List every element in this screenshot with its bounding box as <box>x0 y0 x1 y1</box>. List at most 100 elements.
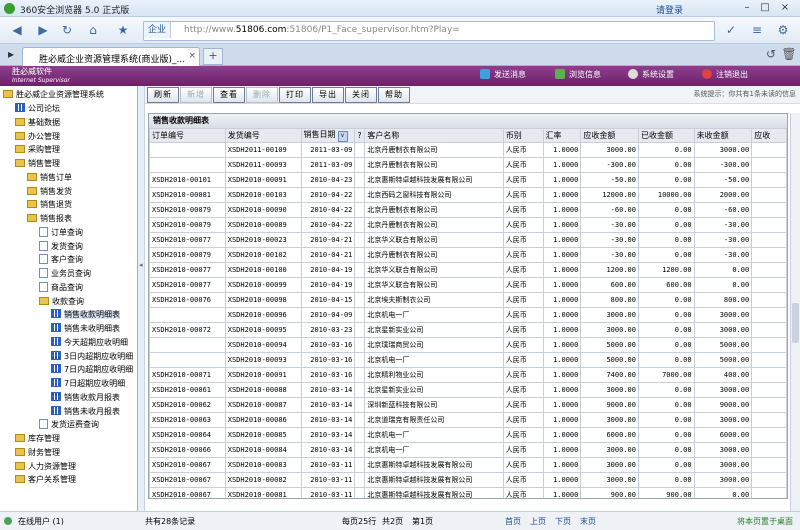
column-header[interactable]: 未收金额 <box>693 128 753 143</box>
save-to-desktop-link[interactable]: 将本页置于桌面 <box>737 516 793 527</box>
collapse-icon[interactable]: ◂ <box>139 261 143 269</box>
address-url[interactable]: http://www.51806.com:51806/P1_Face_super… <box>184 25 460 35</box>
scroll-thumb[interactable] <box>792 303 799 343</box>
table-row[interactable]: XSDH2010-00093 2010-03-16 北京机电一厂 人民币 1.0000 5… <box>149 352 787 368</box>
column-header[interactable]: 汇率 <box>542 128 582 143</box>
table-row[interactable]: XSDH2010-00071 XSDH2010-00091 2010-03-16 北京… <box>149 367 787 383</box>
table-row[interactable]: XSDH2010-00079 XSDH2010-00102 2010-04-21 北京… <box>149 247 787 263</box>
first-page-link[interactable]: 首页 <box>505 516 521 527</box>
table-row[interactable]: XSDH2010-00067 XSDH2010-00081 2010-03-11 北京… <box>149 487 787 498</box>
toolbar-button[interactable]: 刷新 <box>147 87 179 103</box>
toolbar-button[interactable]: 查看 <box>213 87 245 103</box>
settings-icon[interactable]: ⚙ <box>774 21 792 39</box>
table-row[interactable]: XSDH2010-00061 XSDH2010-00088 2010-03-14 北京… <box>149 382 787 398</box>
next-page-link[interactable]: 下页 <box>555 516 571 527</box>
table-row[interactable]: XSDH2010-00066 XSDH2010-00084 2010-03-14 北京… <box>149 442 787 458</box>
tree-item[interactable]: 销售管理 <box>15 158 60 170</box>
maximize-icon[interactable]: □ <box>758 2 772 14</box>
close-window-icon[interactable]: × <box>778 2 792 14</box>
sort-dropdown-icon[interactable]: ∨ <box>337 131 348 142</box>
table-row[interactable]: XSDH2010-00077 XSDH2010-00099 2010-04-19 北京… <box>149 277 787 293</box>
tree-item[interactable]: 销售退货 <box>27 199 72 211</box>
tree-root[interactable]: 胜必威企业资源管理系统 <box>3 89 104 101</box>
back-icon[interactable]: ◀ <box>8 21 26 39</box>
tree-item[interactable]: 销售订单 <box>27 172 72 184</box>
shield-icon[interactable]: ✓ <box>722 21 740 39</box>
favorite-star-icon[interactable]: ★ <box>114 21 132 39</box>
column-header[interactable]: 已收金额 <box>637 128 695 143</box>
tree-item[interactable]: 销售未收月报表 <box>51 405 120 418</box>
tree-item[interactable]: 商品查询 <box>39 281 83 294</box>
table-row[interactable]: XSDH2010-00063 XSDH2010-00086 2010-03-14 北京… <box>149 412 787 428</box>
tree-item[interactable]: 订单查询 <box>39 226 83 239</box>
restore-tab-icon[interactable]: ↺ <box>762 45 780 63</box>
table-row[interactable]: XSDH2010-00067 XSDH2010-00082 2010-03-11 北京… <box>149 472 787 488</box>
table-row[interactable]: XSDH2010-00094 2010-03-16 北京璞瑞商贸公司 人民币 1.000… <box>149 337 787 353</box>
table-row[interactable]: XSDH2010-00096 2010-04-09 北京机电一厂 人民币 1.0000 3… <box>149 307 787 323</box>
tree-item[interactable]: 今天超期应收明细 <box>51 336 128 349</box>
send-message-button[interactable]: 发送消息 <box>480 69 526 80</box>
column-header[interactable]: 订单编号 <box>149 128 226 143</box>
column-header[interactable]: 应收金额 <box>580 128 639 143</box>
login-link[interactable]: 请登录 <box>656 3 683 16</box>
refresh-icon[interactable]: ↻ <box>58 21 76 39</box>
vertical-scrollbar[interactable] <box>790 113 800 511</box>
table-row[interactable]: XSDH2010-00077 XSDH2010-00023 2010-04-21 北京… <box>149 232 787 248</box>
tab-close-icon[interactable]: × <box>188 51 196 61</box>
home-icon[interactable]: ⌂ <box>84 21 102 39</box>
table-row[interactable]: XSDH2010-00079 XSDH2010-00089 2010-04-22 北京… <box>149 217 787 233</box>
table-row[interactable]: XSDH2010-00101 XSDH2010-00091 2010-04-23 北京… <box>149 172 787 188</box>
logout-button[interactable]: 注销退出 <box>702 69 748 80</box>
forward-icon[interactable]: ▶ <box>34 21 52 39</box>
tree-item[interactable]: 销售报表 <box>27 213 72 225</box>
toolbar-button[interactable]: 打印 <box>279 87 311 103</box>
column-header[interactable]: 币别 <box>502 128 544 143</box>
column-header[interactable]: ? <box>354 128 366 143</box>
table-row[interactable]: XSDH2010-00064 XSDH2010-00085 2010-03-14 北京… <box>149 427 787 443</box>
column-header[interactable]: 销售日期 ∨ <box>300 128 356 143</box>
table-row[interactable]: XSDH2010-00067 XSDH2010-00083 2010-03-11 北京… <box>149 457 787 473</box>
table-row[interactable]: XSDH2010-00077 XSDH2010-00100 2010-04-19 北京… <box>149 262 787 278</box>
minimize-icon[interactable]: – <box>740 2 754 14</box>
tree-item[interactable]: 库存管理 <box>15 433 60 445</box>
toolbar-button[interactable]: 删除 <box>246 87 278 103</box>
toolbar-button[interactable]: 帮助 <box>378 87 410 103</box>
tree-item[interactable]: 客户关系管理 <box>15 474 76 486</box>
table-row[interactable]: XSDH2010-00076 XSDH2010-00098 2010-04-15 北京… <box>149 292 787 308</box>
new-tab-button[interactable]: + <box>203 48 223 65</box>
tree-item[interactable]: 3日内超期应收明细 <box>51 350 133 363</box>
tab-active[interactable]: 胜必威企业资源管理系统(商业版)_... × <box>22 47 200 67</box>
tree-item[interactable]: 发货运费查询 <box>39 419 99 431</box>
online-users-status[interactable]: 在线用户 (1) <box>0 511 145 530</box>
toolbar-button[interactable]: 关闭 <box>345 87 377 103</box>
table-row[interactable]: XSDH2011-00109 2011-03-09 北京丹鹿制衣有限公司 人民币 1.0… <box>149 142 787 158</box>
tree-item[interactable]: 7日超期应收明细 <box>51 378 125 390</box>
tree-item[interactable]: 业务员查询 <box>39 268 91 280</box>
view-message-button[interactable]: 浏览信息 <box>555 69 601 80</box>
table-row[interactable]: XSDH2010-00062 XSDH2010-00087 2010-03-14 深圳… <box>149 397 787 413</box>
trash-icon[interactable]: 🗑 <box>780 45 798 63</box>
tree-item[interactable]: 发货查询 <box>39 240 83 253</box>
menu-icon[interactable]: ≡ <box>748 21 766 39</box>
tree-item[interactable]: 办公管理 <box>15 131 60 143</box>
tree-item[interactable]: 公司论坛 <box>15 103 60 115</box>
table-row[interactable]: XSDH2010-00081 XSDH2010-00103 2010-04-22 北京… <box>149 187 787 203</box>
column-header[interactable]: 客户名称 <box>364 128 504 143</box>
tree-item[interactable]: 7日内超期应收明细 <box>51 364 133 376</box>
table-row[interactable]: XSDH2010-00079 XSDH2010-00090 2010-04-22 北京… <box>149 202 787 218</box>
splitter[interactable]: ◂ <box>138 86 145 511</box>
last-page-link[interactable]: 末页 <box>580 516 596 527</box>
tree-item[interactable]: 基础数据 <box>15 117 60 129</box>
toolbar-button[interactable]: 新增 <box>180 87 212 103</box>
browser-mode-dropdown[interactable]: 企业 <box>144 22 172 38</box>
tree-item[interactable]: 收款查询 <box>39 296 84 308</box>
tree-item[interactable]: 客户查询 <box>39 254 83 266</box>
tree-item[interactable]: 采购管理 <box>15 144 60 156</box>
tree-item[interactable]: 销售收款月报表 <box>51 391 120 404</box>
table-row[interactable]: XSDH2011-00093 2011-03-09 北京丹鹿制衣有限公司 人民币 1.0… <box>149 157 787 173</box>
column-header[interactable]: 应收 <box>751 128 787 143</box>
tree-item[interactable]: 人力资源管理 <box>15 461 76 473</box>
column-header[interactable]: 发货编号 <box>224 128 302 143</box>
tree-item[interactable]: 销售未收明细表 <box>51 323 120 335</box>
address-bar[interactable]: 企业 http://www.51806.com:51806/P1_Face_su… <box>143 21 715 41</box>
